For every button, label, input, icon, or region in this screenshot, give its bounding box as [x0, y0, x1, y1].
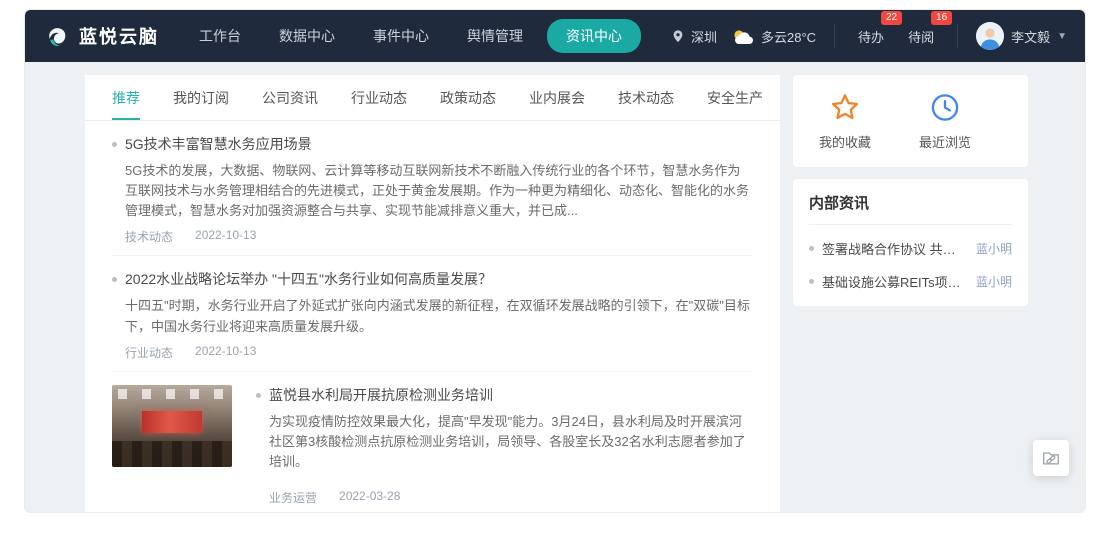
internal-news-title: 内部资讯	[809, 192, 1012, 225]
to-read-count-badge: 16	[931, 11, 952, 25]
navbar-divider	[834, 24, 835, 48]
weather: 多云28°C	[731, 27, 816, 46]
top-navbar: 蓝悦云脑 工作台 数据中心 事件中心 舆情管理 资讯中心 深圳 多云28°C	[25, 10, 1085, 62]
cloudy-weather-icon	[731, 28, 755, 45]
news-list: 5G技术丰富智慧水务应用场景 5G技术的发展，大数据、物联网、云计算等移动互联网…	[85, 121, 780, 512]
quick-access-card: 我的收藏 最近浏览	[793, 75, 1028, 167]
news-tag: 技术动态	[125, 228, 173, 245]
thumbnail-red-screen	[142, 411, 202, 433]
floating-shortcut-button[interactable]	[1033, 440, 1069, 476]
internal-news-item-author: 蓝小明	[976, 273, 1012, 290]
nav-data-center[interactable]: 数据中心	[265, 19, 349, 53]
bullet-dot	[809, 246, 814, 251]
internal-news-item[interactable]: 签署战略合作协议 共推水务数字化联... 蓝小明	[809, 239, 1012, 258]
chevron-down-icon: ▼	[1057, 31, 1067, 42]
to-read-label: 待阅	[908, 30, 934, 45]
to-read-button[interactable]: 16 待阅	[903, 27, 939, 46]
news-tabs: 推荐 我的订阅 公司资讯 行业动态 政策动态 业内展会 技术动态 安全生产 业务…	[85, 75, 780, 121]
news-title[interactable]: 5G技术丰富智慧水务应用场景	[125, 134, 312, 154]
bullet-dot	[112, 142, 117, 147]
location-pin-icon	[671, 29, 685, 44]
user-menu[interactable]: 李文毅 ▼	[976, 22, 1067, 50]
nav-sentiment-management[interactable]: 舆情管理	[453, 19, 537, 53]
thumbnail-ceiling-lights	[118, 389, 226, 399]
weather-label: 多云28°C	[761, 27, 816, 46]
navbar-divider	[957, 24, 958, 48]
my-favorites-button[interactable]: 我的收藏	[819, 92, 871, 151]
location: 深圳	[671, 27, 717, 46]
tab-tech-news[interactable]: 技术动态	[618, 76, 674, 120]
nav-event-center[interactable]: 事件中心	[359, 19, 443, 53]
tab-industry-news[interactable]: 行业动态	[351, 76, 407, 120]
internal-news-item-title: 基础设施公募REITs项目公开招标	[822, 272, 968, 291]
news-title[interactable]: 蓝悦县水利局开展抗原检测业务培训	[269, 385, 493, 405]
location-label: 深圳	[691, 27, 717, 46]
bullet-dot	[809, 279, 814, 284]
brand[interactable]: 蓝悦云脑	[43, 23, 159, 50]
todo-label: 待办	[858, 30, 884, 45]
star-icon	[829, 92, 861, 123]
todo-button[interactable]: 22 待办	[853, 27, 889, 46]
main-nav: 工作台 数据中心 事件中心 舆情管理 资讯中心	[185, 19, 641, 53]
tab-safety-production[interactable]: 安全生产	[707, 76, 763, 120]
thumbnail-audience	[112, 441, 232, 467]
news-description: 十四五"时期，水务行业开启了外延式扩张向内涵式发展的新征程，在双循环发展战略的引…	[125, 296, 753, 336]
nav-workbench[interactable]: 工作台	[185, 19, 255, 53]
news-description: 为实现疫情防控效果最大化，提高"早发现"能力。3月24日，县水利局及时开展滨河社…	[269, 412, 753, 472]
news-date: 2022-03-28	[339, 489, 400, 506]
user-name: 李文毅	[1011, 27, 1050, 46]
tab-recommended[interactable]: 推荐	[112, 76, 140, 120]
nav-news-center[interactable]: 资讯中心	[547, 19, 641, 53]
recently-viewed-label: 最近浏览	[919, 132, 971, 151]
news-thumbnail-meeting-room[interactable]	[112, 385, 232, 467]
clock-icon	[929, 92, 961, 123]
tab-my-subscriptions[interactable]: 我的订阅	[173, 76, 229, 120]
news-item: 5G技术丰富智慧水务应用场景 5G技术的发展，大数据、物联网、云计算等移动互联网…	[112, 121, 753, 256]
news-tag: 行业动态	[125, 344, 173, 361]
news-date: 2022-10-13	[195, 344, 256, 361]
recently-viewed-button[interactable]: 最近浏览	[919, 92, 971, 151]
todo-count-badge: 22	[881, 11, 902, 25]
app-window: 蓝悦云脑 工作台 数据中心 事件中心 舆情管理 资讯中心 深圳 多云28°C	[25, 10, 1085, 512]
bullet-dot	[112, 277, 117, 282]
news-tag: 业务运营	[269, 489, 317, 506]
news-description: 5G技术的发展，大数据、物联网、云计算等移动互联网新技术不断融入传统行业的各个环…	[125, 161, 753, 221]
avatar	[976, 22, 1004, 50]
avatar-person-icon	[976, 22, 1004, 50]
internal-news-item-title: 签署战略合作协议 共推水务数字化联...	[822, 239, 968, 258]
news-panel: 推荐 我的订阅 公司资讯 行业动态 政策动态 业内展会 技术动态 安全生产 业务…	[85, 75, 780, 512]
brand-title: 蓝悦云脑	[79, 23, 159, 49]
brand-swirl-icon	[43, 23, 70, 50]
internal-news-item-author: 蓝小明	[976, 240, 1012, 257]
tab-policy-news[interactable]: 政策动态	[440, 76, 496, 120]
bullet-dot	[256, 393, 261, 398]
internal-news-item[interactable]: 基础设施公募REITs项目公开招标 蓝小明	[809, 272, 1012, 291]
navbar-right: 深圳 多云28°C 22 待办 16 待阅	[671, 22, 1067, 50]
news-title[interactable]: 2022水业战略论坛举办 "十四五"水务行业如何高质量发展？	[125, 269, 492, 289]
news-item: 蓝悦县水利局开展抗原检测业务培训 为实现疫情防控效果最大化，提高"早发现"能力。…	[112, 372, 753, 512]
tab-company-news[interactable]: 公司资讯	[262, 76, 318, 120]
tab-industry-expos[interactable]: 业内展会	[529, 76, 585, 120]
my-favorites-label: 我的收藏	[819, 132, 871, 151]
internal-news-card: 内部资讯 签署战略合作协议 共推水务数字化联... 蓝小明 基础设施公募REIT…	[793, 179, 1028, 306]
news-date: 2022-10-13	[195, 228, 256, 245]
folder-link-icon	[1041, 448, 1061, 468]
news-item: 2022水业战略论坛举办 "十四五"水务行业如何高质量发展？ 十四五"时期，水务…	[112, 256, 753, 371]
